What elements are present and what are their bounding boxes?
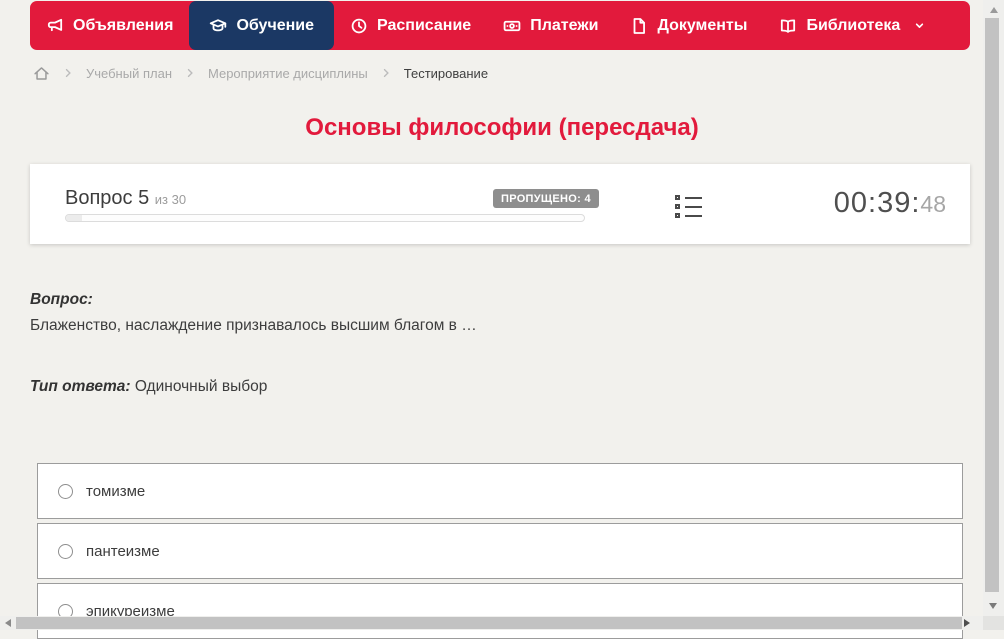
answer-type-label: Тип ответа: — [30, 378, 131, 395]
nav-item-label: Расписание — [377, 17, 471, 35]
nav-item-documents[interactable]: Документы — [614, 1, 763, 50]
scroll-up-arrow-icon[interactable] — [990, 7, 998, 13]
breadcrumb-item-study-plan[interactable]: Учебный план — [86, 66, 172, 81]
timer-seconds: 48 — [920, 191, 946, 217]
scrollbar-corner — [983, 616, 1004, 630]
chevron-right-icon — [184, 67, 196, 79]
breadcrumb: Учебный план Мероприятие дисциплины Тест… — [33, 62, 488, 84]
question-total-label: из 30 — [155, 192, 186, 207]
answer-option[interactable]: эпикуреизме — [37, 583, 963, 639]
question-text: Блаженство, наслаждение признавалось выс… — [30, 317, 477, 335]
breadcrumb-item-testing: Тестирование — [404, 66, 488, 81]
chevron-down-icon — [913, 19, 926, 32]
question-list-icon[interactable] — [675, 195, 702, 222]
open-book-icon — [779, 17, 797, 35]
chevron-right-icon — [380, 67, 392, 79]
timer: 00:39:48 — [834, 187, 946, 220]
breadcrumb-item-discipline-event[interactable]: Мероприятие дисциплины — [208, 66, 368, 81]
page-title: Основы философии (пересдача) — [0, 114, 1004, 142]
nav-item-label: Документы — [657, 17, 747, 35]
progress-bar-fill — [66, 215, 82, 221]
nav-item-announcements[interactable]: Объявления — [30, 1, 189, 50]
question-label: Вопрос: — [30, 291, 93, 309]
nav-item-label: Библиотека — [806, 17, 900, 35]
answer-option[interactable]: томизме — [37, 463, 963, 519]
nav-item-library[interactable]: Библиотека — [763, 1, 942, 50]
question-number-label: Вопрос 5 — [65, 187, 149, 209]
vertical-scrollbar[interactable] — [983, 0, 1004, 616]
answer-option-label: пантеизме — [86, 543, 160, 560]
nav-item-payments[interactable]: Платежи — [487, 1, 614, 50]
home-icon[interactable] — [33, 65, 50, 82]
vertical-scrollbar-thumb[interactable] — [985, 18, 999, 592]
clock-icon — [350, 17, 368, 35]
scroll-right-arrow-icon[interactable] — [964, 619, 970, 627]
document-icon — [630, 17, 648, 35]
scroll-left-arrow-icon[interactable] — [5, 619, 11, 627]
nav-item-label: Платежи — [530, 17, 598, 35]
megaphone-icon — [46, 17, 64, 35]
banknote-icon — [503, 17, 521, 35]
skipped-badge: ПРОПУЩЕНО: 4 — [493, 189, 599, 208]
answer-option-label: томизме — [86, 483, 145, 500]
answer-type-value: Одиночный выбор — [135, 378, 268, 395]
question-number: Вопрос 5 из 30 — [65, 187, 186, 210]
nav-item-learning[interactable]: Обучение — [189, 1, 334, 50]
answer-type-row: Тип ответа: Одиночный выбор — [30, 378, 267, 396]
top-navigation: Объявления Обучение Расписание Платежи Д… — [30, 1, 970, 50]
graduation-cap-icon — [209, 17, 227, 35]
nav-item-schedule[interactable]: Расписание — [334, 1, 487, 50]
radio-button[interactable] — [58, 544, 73, 559]
timer-minutes: 00:39: — [834, 187, 921, 219]
chevron-right-icon — [62, 67, 74, 79]
horizontal-scrollbar[interactable] — [0, 616, 983, 630]
horizontal-scrollbar-thumb[interactable] — [16, 617, 962, 629]
progress-bar — [65, 214, 585, 222]
radio-button[interactable] — [58, 484, 73, 499]
question-panel: Вопрос 5 из 30 ПРОПУЩЕНО: 4 00:39:48 — [30, 164, 970, 244]
scroll-down-arrow-icon[interactable] — [989, 603, 997, 609]
nav-item-label: Объявления — [73, 17, 173, 35]
nav-item-label: Обучение — [236, 17, 314, 35]
answer-option[interactable]: пантеизме — [37, 523, 963, 579]
